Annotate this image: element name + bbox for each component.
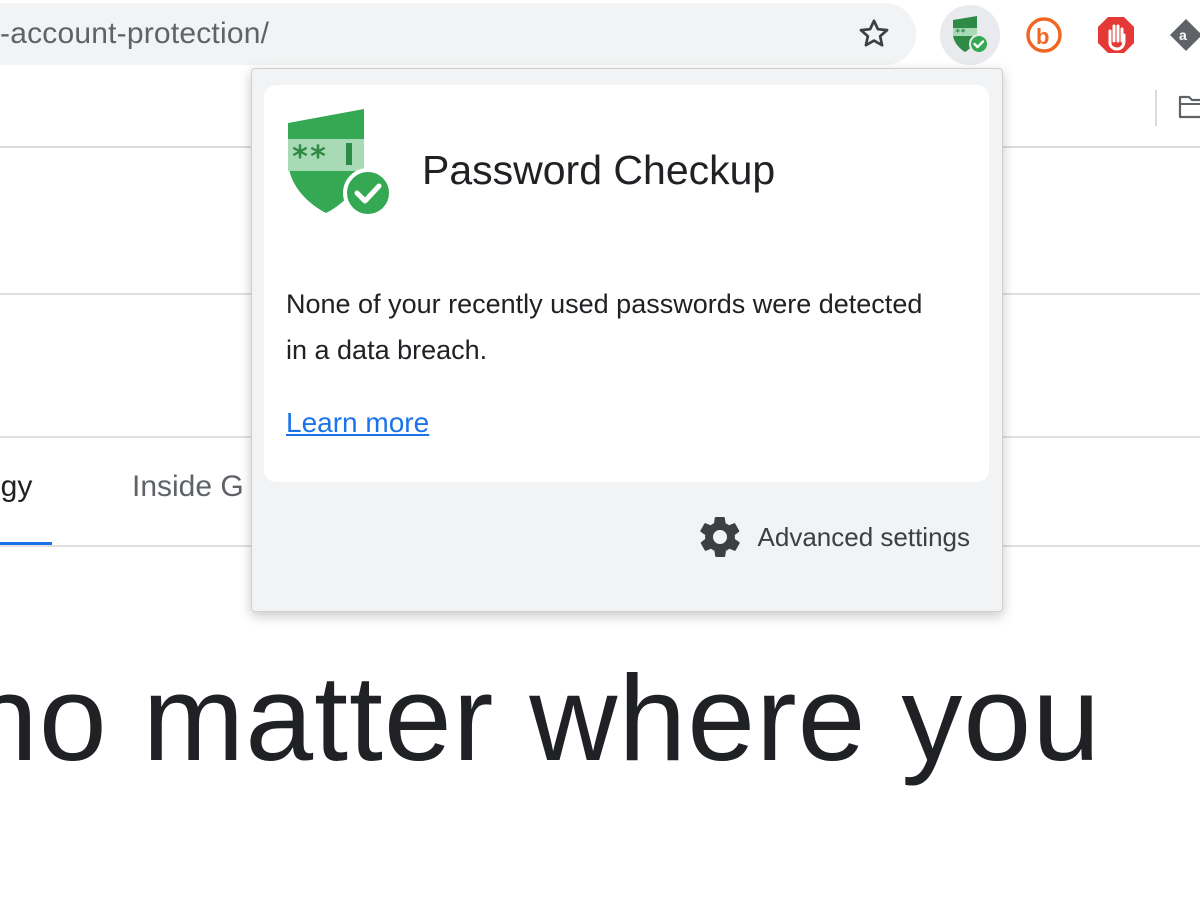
- password-checkup-icon: **: [953, 16, 989, 54]
- b-extension-button[interactable]: b: [1014, 5, 1074, 65]
- svg-text:a: a: [1179, 27, 1187, 43]
- address-bar[interactable]: -account-protection/: [0, 3, 916, 65]
- bookmarks-divider: [1155, 90, 1157, 126]
- password-checkup-shield-icon: **: [288, 109, 393, 218]
- screen: -account-protection/ ** b a gy Inside G …: [0, 0, 1200, 900]
- svg-text:**: **: [955, 28, 966, 38]
- folder-icon[interactable]: [1178, 92, 1200, 120]
- bookmark-star-icon[interactable]: [856, 16, 892, 52]
- amazon-extension-button[interactable]: a: [1156, 5, 1200, 65]
- address-url[interactable]: -account-protection/: [0, 17, 269, 51]
- adblock-extension-button[interactable]: [1086, 5, 1146, 65]
- page-headline: no matter where you: [0, 650, 1102, 786]
- popup-card: ** Password Checkup None of your recentl…: [264, 85, 989, 482]
- password-checkup-extension-button[interactable]: **: [940, 5, 1000, 65]
- advanced-settings-label[interactable]: Advanced settings: [758, 522, 970, 553]
- svg-text:b: b: [1036, 24, 1049, 49]
- popup-message: None of your recently used passwords wer…: [286, 289, 923, 365]
- svg-text:**: **: [291, 140, 327, 175]
- advanced-settings-button[interactable]: Advanced settings: [696, 513, 970, 561]
- gear-icon: [699, 516, 740, 557]
- popup-title: Password Checkup: [422, 147, 776, 193]
- hand-stop-icon: [1098, 17, 1134, 53]
- nav-tab-technology[interactable]: ogy: [0, 470, 32, 504]
- nav-tab-inside-google[interactable]: Inside G: [132, 470, 244, 504]
- amazon-icon: a: [1170, 19, 1200, 51]
- learn-more-link[interactable]: Learn more: [286, 407, 429, 439]
- browser-toolbar: -account-protection/ ** b a: [0, 0, 1200, 70]
- password-checkup-popup: ** Password Checkup None of your recentl…: [251, 68, 1003, 612]
- b-circle-icon: b: [1026, 17, 1062, 53]
